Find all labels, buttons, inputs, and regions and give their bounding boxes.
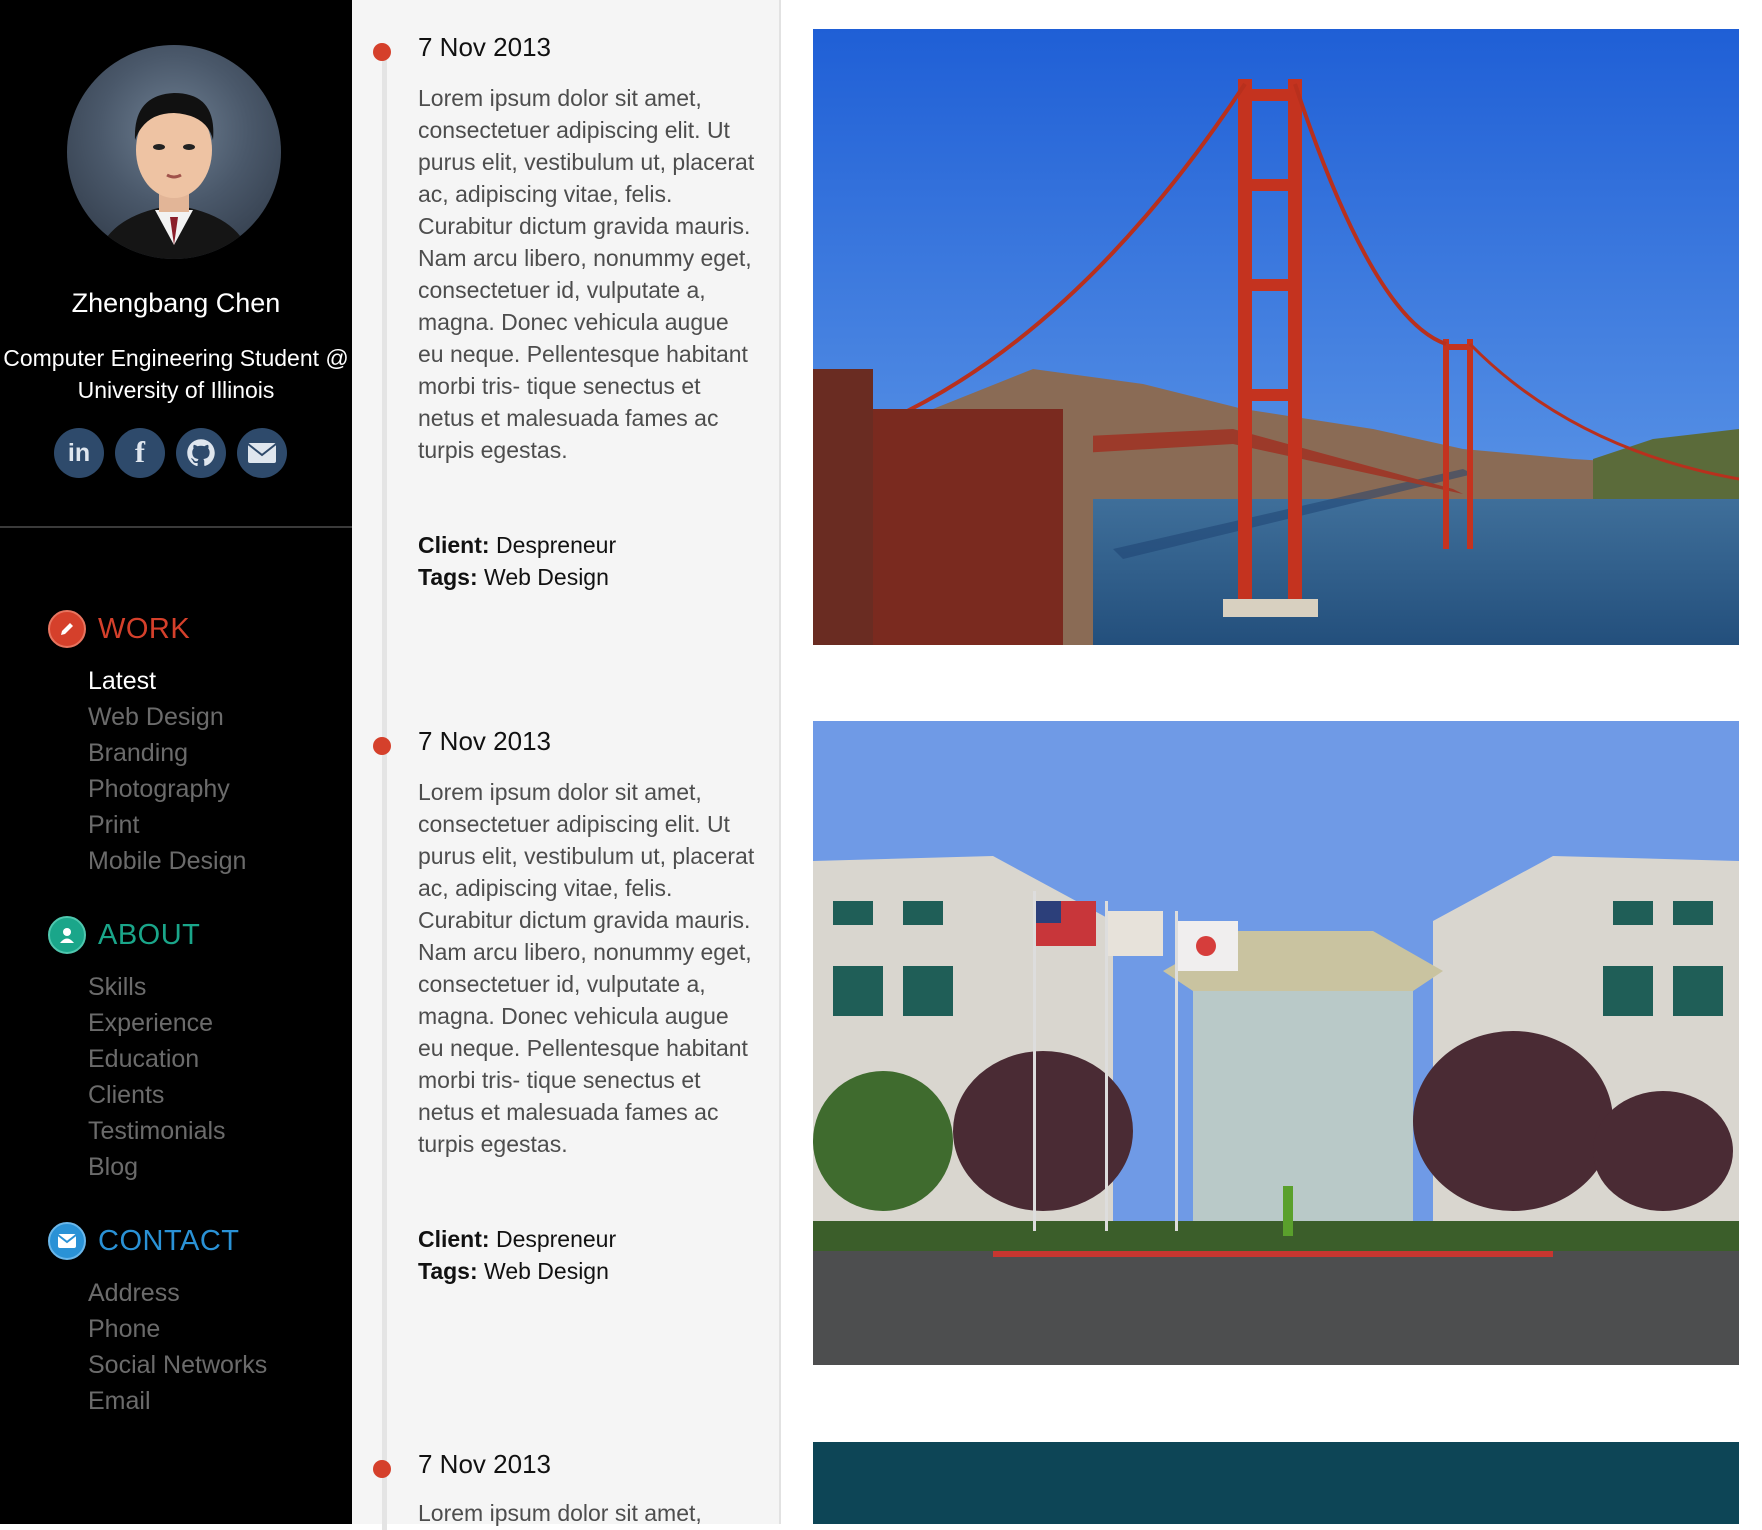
nav-head-about[interactable]: ABOUT xyxy=(48,915,226,955)
nav-item-mobile-design[interactable]: Mobile Design xyxy=(88,843,246,879)
timeline-dot xyxy=(373,737,391,755)
entry-client: Client: Despreneur xyxy=(418,1223,616,1255)
tags-value[interactable]: Web Design xyxy=(484,564,609,590)
profile-title: Computer Engineering Student @ Universit… xyxy=(0,342,352,406)
social-links: in f xyxy=(54,428,287,478)
client-label: Client: xyxy=(418,532,490,558)
nav-item-experience[interactable]: Experience xyxy=(88,1005,226,1041)
nav-item-social-networks[interactable]: Social Networks xyxy=(88,1347,267,1383)
project-image-campus[interactable] xyxy=(813,721,1739,1365)
envelope-icon xyxy=(48,1222,86,1260)
entry-body: Lorem ipsum dolor sit amet, consectetuer… xyxy=(418,779,755,1157)
nav-item-phone[interactable]: Phone xyxy=(88,1311,267,1347)
entry-date: 7 Nov 2013 xyxy=(418,726,551,756)
nav-section-work: WORK Latest Web Design Branding Photogra… xyxy=(48,609,246,879)
linkedin-glyph: in xyxy=(67,438,91,467)
sidebar-divider xyxy=(0,526,352,528)
entry-date: 7 Nov 2013 xyxy=(418,1449,551,1479)
timeline-dot xyxy=(373,43,391,61)
entry-body: Lorem ipsum dolor sit amet, xyxy=(418,1500,702,1526)
nav-item-web-design[interactable]: Web Design xyxy=(88,699,246,735)
entry-body: Lorem ipsum dolor sit amet, consectetuer… xyxy=(418,85,755,463)
nav-list-work: Latest Web Design Branding Photography P… xyxy=(88,663,246,879)
nav-section-about: ABOUT Skills Experience Education Client… xyxy=(48,915,226,1185)
tags-label: Tags: xyxy=(418,564,478,590)
project-image-bridge[interactable] xyxy=(813,29,1739,645)
facebook-icon[interactable]: f xyxy=(115,428,165,478)
sidebar: Zhengbang Chen Computer Engineering Stud… xyxy=(0,0,352,1524)
entry-date: 7 Nov 2013 xyxy=(418,32,551,62)
tags-value[interactable]: Web Design xyxy=(484,1258,609,1284)
nav-head-work[interactable]: WORK xyxy=(48,609,246,649)
avatar xyxy=(67,45,281,259)
profile-name: Zhengbang Chen xyxy=(71,288,281,318)
profile-title-line1: Computer Engineering Student @ xyxy=(3,345,349,371)
client-label: Client: xyxy=(418,1226,490,1252)
timeline-line xyxy=(382,60,387,1530)
client-value: Despreneur xyxy=(495,532,617,558)
entry-tags: Tags: Web Design xyxy=(418,561,609,593)
nav-head-contact-label: CONTACT xyxy=(98,1224,240,1257)
nav-item-print[interactable]: Print xyxy=(88,807,246,843)
nav-item-address[interactable]: Address xyxy=(88,1275,267,1311)
linkedin-icon[interactable]: in xyxy=(54,428,104,478)
project-image-third[interactable] xyxy=(813,1442,1739,1524)
nav-item-blog[interactable]: Blog xyxy=(88,1149,226,1185)
entry-tags: Tags: Web Design xyxy=(418,1255,609,1287)
timeline: 7 Nov 2013 Lorem ipsum dolor sit amet, c… xyxy=(352,0,781,1530)
nav-item-latest[interactable]: Latest xyxy=(88,663,246,699)
nav-item-email[interactable]: Email xyxy=(88,1383,267,1419)
nav-item-branding[interactable]: Branding xyxy=(88,735,246,771)
nav-item-education[interactable]: Education xyxy=(88,1041,226,1077)
profile-title-line2: University of Illinois xyxy=(77,377,275,403)
timeline-dot xyxy=(373,1460,391,1478)
github-icon[interactable] xyxy=(176,428,226,478)
nav-list-about: Skills Experience Education Clients Test… xyxy=(88,969,226,1185)
nav-item-testimonials[interactable]: Testimonials xyxy=(88,1113,226,1149)
user-icon xyxy=(48,916,86,954)
nav-head-work-label: WORK xyxy=(98,612,191,645)
nav-head-contact[interactable]: CONTACT xyxy=(48,1221,267,1261)
nav-section-contact: CONTACT Address Phone Social Networks Em… xyxy=(48,1221,267,1419)
facebook-glyph: f xyxy=(135,436,145,469)
nav-item-clients[interactable]: Clients xyxy=(88,1077,226,1113)
tags-label: Tags: xyxy=(418,1258,478,1284)
nav-head-about-label: ABOUT xyxy=(98,918,201,951)
pencil-icon xyxy=(48,610,86,648)
nav-list-contact: Address Phone Social Networks Email xyxy=(88,1275,267,1419)
mail-icon[interactable] xyxy=(237,428,287,478)
entry-client: Client: Despreneur xyxy=(418,529,616,561)
nav-item-photography[interactable]: Photography xyxy=(88,771,246,807)
client-value: Despreneur xyxy=(495,1226,617,1252)
nav-item-skills[interactable]: Skills xyxy=(88,969,226,1005)
